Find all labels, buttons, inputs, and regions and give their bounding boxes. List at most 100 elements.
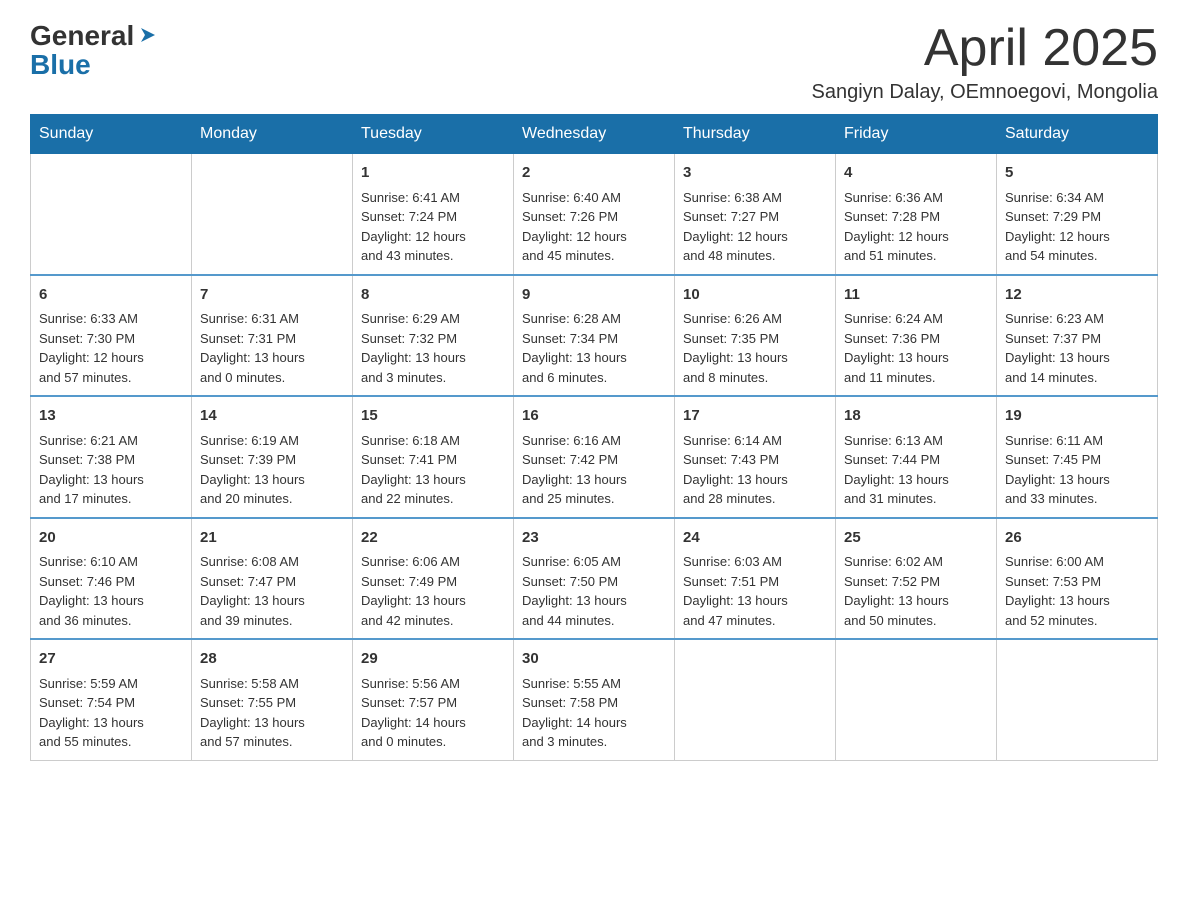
week-row-1: 1 Sunrise: 6:41 AMSunset: 7:24 PMDaylight… [31,154,1158,275]
day-info: Sunrise: 6:06 AMSunset: 7:49 PMDaylight:… [361,554,466,628]
calendar-cell: 7 Sunrise: 6:31 AMSunset: 7:31 PMDaylight… [192,275,353,397]
month-title: April 2025 [812,20,1158,77]
calendar-cell: 20 Sunrise: 6:10 AMSunset: 7:46 PMDayligh… [31,518,192,640]
weekday-header-row: SundayMondayTuesdayWednesdayThursdayFrid… [31,115,1158,154]
day-info: Sunrise: 6:08 AMSunset: 7:47 PMDaylight:… [200,554,305,628]
week-row-5: 27Sunrise: 5:59 AMSunset: 7:54 PMDayligh… [31,639,1158,760]
calendar-cell: 28Sunrise: 5:58 AMSunset: 7:55 PMDayligh… [192,639,353,760]
calendar-cell [192,154,353,275]
day-info: Sunrise: 6:05 AMSunset: 7:50 PMDaylight:… [522,554,627,628]
day-info: Sunrise: 6:33 AMSunset: 7:30 PMDaylight:… [39,311,144,385]
calendar-cell: 3 Sunrise: 6:38 AMSunset: 7:27 PMDaylight… [675,154,836,275]
day-number: 3 [683,162,827,185]
day-number: 6 [39,284,183,307]
calendar-cell: 21 Sunrise: 6:08 AMSunset: 7:47 PMDayligh… [192,518,353,640]
calendar-cell: 14 Sunrise: 6:19 AMSunset: 7:39 PMDayligh… [192,396,353,518]
day-info: Sunrise: 6:26 AMSunset: 7:35 PMDaylight:… [683,311,788,385]
day-number: 18 [844,405,988,428]
calendar-cell: 30 Sunrise: 5:55 AMSunset: 7:58 PMDayligh… [514,639,675,760]
day-number: 23 [522,527,666,550]
calendar-cell: 10 Sunrise: 6:26 AMSunset: 7:35 PMDayligh… [675,275,836,397]
day-info: Sunrise: 6:19 AMSunset: 7:39 PMDaylight:… [200,433,305,507]
calendar-cell: 24Sunrise: 6:03 AMSunset: 7:51 PMDayligh… [675,518,836,640]
day-number: 1 [361,162,505,185]
day-info: Sunrise: 6:38 AMSunset: 7:27 PMDaylight:… [683,190,788,264]
day-info: Sunrise: 6:02 AMSunset: 7:52 PMDaylight:… [844,554,949,628]
day-info: Sunrise: 6:40 AMSunset: 7:26 PMDaylight:… [522,190,627,264]
day-number: 27 [39,648,183,671]
day-number: 20 [39,527,183,550]
day-number: 17 [683,405,827,428]
calendar-cell: 12 Sunrise: 6:23 AMSunset: 7:37 PMDayligh… [997,275,1158,397]
day-number: 11 [844,284,988,307]
day-info: Sunrise: 6:10 AMSunset: 7:46 PMDaylight:… [39,554,144,628]
calendar-cell: 23 Sunrise: 6:05 AMSunset: 7:50 PMDayligh… [514,518,675,640]
logo-icon [137,24,159,46]
day-info: Sunrise: 6:29 AMSunset: 7:32 PMDaylight:… [361,311,466,385]
title-section: April 2025 Sangiyn Dalay, OEmnoegovi, Mo… [812,20,1158,104]
day-number: 13 [39,405,183,428]
calendar-cell: 25 Sunrise: 6:02 AMSunset: 7:52 PMDayligh… [836,518,997,640]
week-row-4: 20 Sunrise: 6:10 AMSunset: 7:46 PMDayligh… [31,518,1158,640]
calendar-cell: 16 Sunrise: 6:16 AMSunset: 7:42 PMDayligh… [514,396,675,518]
weekday-header-saturday: Saturday [997,115,1158,154]
day-number: 9 [522,284,666,307]
day-info: Sunrise: 6:13 AMSunset: 7:44 PMDaylight:… [844,433,949,507]
calendar-cell: 9 Sunrise: 6:28 AMSunset: 7:34 PMDaylight… [514,275,675,397]
day-info: Sunrise: 6:23 AMSunset: 7:37 PMDaylight:… [1005,311,1110,385]
calendar-cell: 13 Sunrise: 6:21 AMSunset: 7:38 PMDayligh… [31,396,192,518]
day-number: 24 [683,527,827,550]
calendar-cell: 1 Sunrise: 6:41 AMSunset: 7:24 PMDaylight… [353,154,514,275]
weekday-header-thursday: Thursday [675,115,836,154]
day-info: Sunrise: 6:36 AMSunset: 7:28 PMDaylight:… [844,190,949,264]
day-info: Sunrise: 6:00 AMSunset: 7:53 PMDaylight:… [1005,554,1110,628]
calendar-cell [997,639,1158,760]
day-info: Sunrise: 6:41 AMSunset: 7:24 PMDaylight:… [361,190,466,264]
weekday-header-tuesday: Tuesday [353,115,514,154]
day-number: 15 [361,405,505,428]
calendar-cell: 18 Sunrise: 6:13 AMSunset: 7:44 PMDayligh… [836,396,997,518]
calendar-cell: 11Sunrise: 6:24 AMSunset: 7:36 PMDayligh… [836,275,997,397]
day-info: Sunrise: 6:18 AMSunset: 7:41 PMDaylight:… [361,433,466,507]
day-number: 25 [844,527,988,550]
calendar-cell: 8 Sunrise: 6:29 AMSunset: 7:32 PMDaylight… [353,275,514,397]
day-info: Sunrise: 6:28 AMSunset: 7:34 PMDaylight:… [522,311,627,385]
weekday-header-friday: Friday [836,115,997,154]
weekday-header-monday: Monday [192,115,353,154]
calendar-cell: 17Sunrise: 6:14 AMSunset: 7:43 PMDayligh… [675,396,836,518]
day-number: 12 [1005,284,1149,307]
day-number: 7 [200,284,344,307]
calendar-cell [31,154,192,275]
day-info: Sunrise: 5:58 AMSunset: 7:55 PMDaylight:… [200,676,305,750]
day-number: 2 [522,162,666,185]
day-number: 14 [200,405,344,428]
day-number: 8 [361,284,505,307]
calendar-cell: 26Sunrise: 6:00 AMSunset: 7:53 PMDayligh… [997,518,1158,640]
calendar-cell: 5 Sunrise: 6:34 AMSunset: 7:29 PMDaylight… [997,154,1158,275]
logo-blue: Blue [30,49,91,80]
calendar-cell: 29 Sunrise: 5:56 AMSunset: 7:57 PMDayligh… [353,639,514,760]
day-info: Sunrise: 6:11 AMSunset: 7:45 PMDaylight:… [1005,433,1110,507]
calendar-cell: 6 Sunrise: 6:33 AMSunset: 7:30 PMDaylight… [31,275,192,397]
logo: General Blue [30,20,159,79]
day-number: 10 [683,284,827,307]
day-number: 16 [522,405,666,428]
calendar-cell: 2 Sunrise: 6:40 AMSunset: 7:26 PMDaylight… [514,154,675,275]
day-number: 21 [200,527,344,550]
day-info: Sunrise: 6:31 AMSunset: 7:31 PMDaylight:… [200,311,305,385]
logo-general: General [30,22,134,50]
weekday-header-sunday: Sunday [31,115,192,154]
day-number: 19 [1005,405,1149,428]
calendar-cell: 27Sunrise: 5:59 AMSunset: 7:54 PMDayligh… [31,639,192,760]
day-info: Sunrise: 5:56 AMSunset: 7:57 PMDaylight:… [361,676,466,750]
day-number: 4 [844,162,988,185]
day-number: 29 [361,648,505,671]
day-info: Sunrise: 5:55 AMSunset: 7:58 PMDaylight:… [522,676,627,750]
calendar-cell: 15 Sunrise: 6:18 AMSunset: 7:41 PMDayligh… [353,396,514,518]
day-info: Sunrise: 6:34 AMSunset: 7:29 PMDaylight:… [1005,190,1110,264]
day-number: 5 [1005,162,1149,185]
day-number: 30 [522,648,666,671]
day-info: Sunrise: 6:21 AMSunset: 7:38 PMDaylight:… [39,433,144,507]
calendar-cell [675,639,836,760]
day-info: Sunrise: 6:16 AMSunset: 7:42 PMDaylight:… [522,433,627,507]
